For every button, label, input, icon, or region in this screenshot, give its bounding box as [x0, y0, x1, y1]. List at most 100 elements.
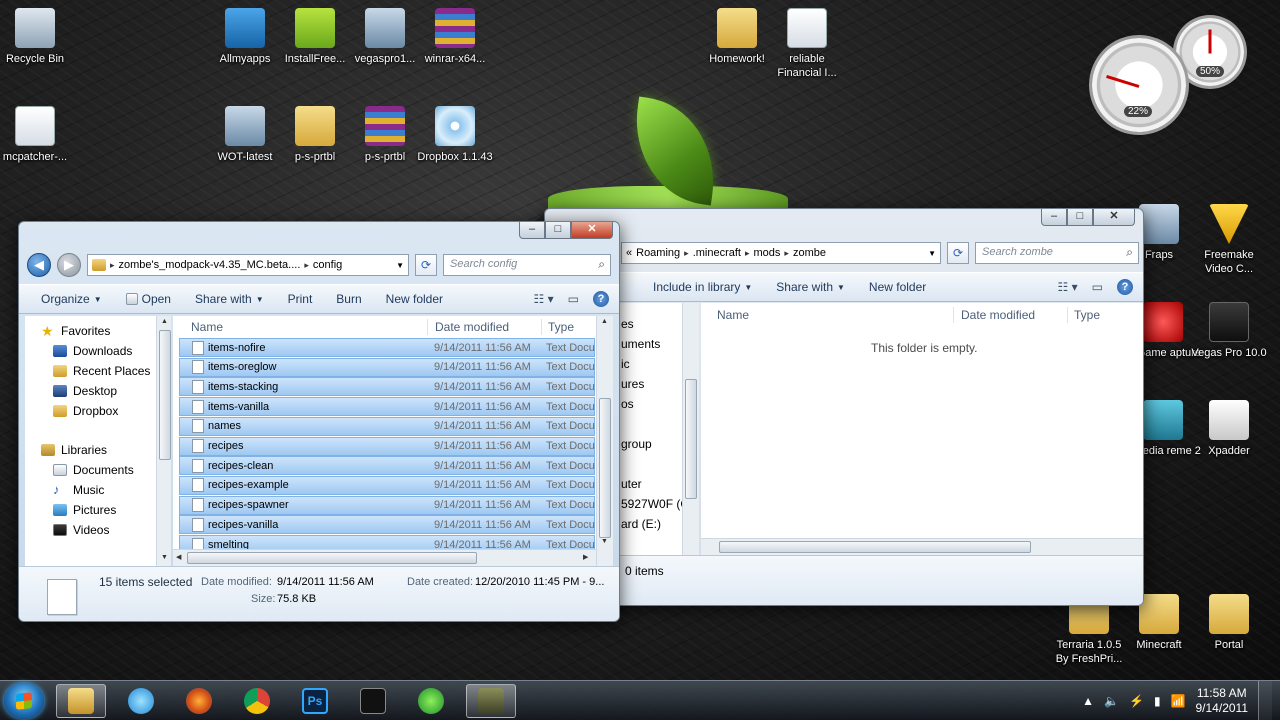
- file-row[interactable]: items-stacking 9/14/2011 11:56 AM Text Doc…: [179, 377, 595, 397]
- nav-item[interactable]: es: [621, 317, 634, 331]
- nav-libraries[interactable]: Libraries: [41, 443, 107, 457]
- search-input[interactable]: Search zombe ⌕: [975, 242, 1139, 264]
- column-type[interactable]: Type: [1074, 308, 1100, 322]
- chevron-down-icon[interactable]: ▼: [928, 249, 936, 258]
- taskbar-explorer[interactable]: [56, 684, 106, 718]
- scroll-down-icon[interactable]: ▼: [601, 538, 608, 545]
- scroll-up-icon[interactable]: ▲: [161, 318, 168, 325]
- scroll-right-icon[interactable]: ▶: [583, 553, 588, 561]
- file-list-pane[interactable]: Name ^ Date modified Type items-nofire 9/…: [173, 316, 613, 566]
- help-icon[interactable]: ?: [593, 291, 609, 307]
- minimize-button[interactable]: –: [1041, 209, 1067, 226]
- column-date-modified[interactable]: Date modified: [961, 308, 1035, 322]
- file-row[interactable]: recipes 9/14/2011 11:56 AM Text Docu: [179, 436, 595, 456]
- column-type[interactable]: Type: [548, 320, 574, 334]
- nav-desktop[interactable]: Desktop: [53, 384, 117, 398]
- views-icon[interactable]: ☷ ▾: [1058, 280, 1078, 294]
- start-button[interactable]: [4, 683, 44, 719]
- organize-button[interactable]: Organize ▼: [29, 292, 114, 306]
- scrollbar-thumb[interactable]: [599, 398, 611, 538]
- nav-item[interactable]: ard (E:): [621, 517, 661, 531]
- desktop-icon-reliable-financial[interactable]: reliable Financial I...: [768, 8, 846, 80]
- scrollbar-thumb[interactable]: [685, 379, 697, 499]
- desktop-icon-xpadder[interactable]: Xpadder: [1190, 400, 1268, 458]
- nav-pictures[interactable]: Pictures: [53, 503, 116, 517]
- volume-icon[interactable]: 🔈: [1104, 694, 1119, 708]
- file-row[interactable]: items-oreglow 9/14/2011 11:56 AM Text Docu: [179, 357, 595, 377]
- desktop-icon-vegas-pro[interactable]: Vegas Pro 10.0: [1190, 302, 1268, 360]
- help-icon[interactable]: ?: [1117, 279, 1133, 295]
- nav-item[interactable]: os: [621, 397, 634, 411]
- nav-documents[interactable]: Documents: [53, 463, 134, 477]
- forward-button[interactable]: ▶: [57, 253, 81, 277]
- scrollbar-thumb[interactable]: [187, 552, 477, 564]
- desktop-icon-recycle-bin[interactable]: Recycle Bin: [0, 8, 74, 66]
- breadcrumb-separator-icon[interactable]: ▸: [304, 260, 309, 271]
- desktop-icon-installfree[interactable]: InstallFree...: [276, 8, 354, 66]
- file-row[interactable]: items-nofire 9/14/2011 11:56 AM Text Docu: [179, 338, 595, 357]
- scrollbar-thumb[interactable]: [719, 541, 1031, 553]
- preview-pane-icon[interactable]: ▭: [1092, 280, 1103, 294]
- nav-videos[interactable]: Videos: [53, 523, 109, 537]
- clock[interactable]: 11:58 AM 9/14/2011: [1196, 686, 1249, 716]
- file-row[interactable]: items-vanilla 9/14/2011 11:56 AM Text Docu: [179, 397, 595, 417]
- taskbar-chrome[interactable]: [232, 684, 282, 718]
- file-row[interactable]: recipes-spawner 9/14/2011 11:56 AM Text Do…: [179, 495, 595, 515]
- breadcrumb-zombe[interactable]: zombe: [793, 247, 826, 259]
- print-button[interactable]: Print: [276, 292, 325, 306]
- breadcrumb-minecraft[interactable]: .minecraft: [693, 247, 741, 259]
- desktop-icon-vegaspro[interactable]: vegaspro1...: [346, 8, 424, 66]
- new-folder-button[interactable]: New folder: [857, 280, 938, 294]
- nav-music[interactable]: ♪ Music: [53, 483, 104, 497]
- file-row[interactable]: recipes-example 9/14/2011 11:56 AM Text Do…: [179, 475, 595, 495]
- breadcrumb-separator-icon[interactable]: ▸: [784, 248, 789, 259]
- maximize-button[interactable]: □: [1067, 209, 1093, 226]
- nav-item[interactable]: uter: [621, 477, 642, 491]
- refresh-button[interactable]: ⟳: [415, 254, 437, 276]
- desktop-icon-portal[interactable]: Portal: [1190, 594, 1268, 652]
- nav-item[interactable]: ic: [621, 357, 630, 371]
- nav-item[interactable]: ures: [621, 377, 644, 391]
- nav-dropbox[interactable]: Dropbox: [53, 404, 118, 418]
- file-list-pane[interactable]: Name Date modified Type This folder is e…: [701, 303, 1143, 555]
- new-folder-button[interactable]: New folder: [374, 292, 455, 306]
- power-icon[interactable]: ⚡: [1129, 694, 1144, 708]
- show-hidden-icons-icon[interactable]: ▲: [1082, 694, 1094, 708]
- nav-scrollbar[interactable]: ▲ ▼: [156, 316, 171, 566]
- explorer-window-config[interactable]: – □ ✕ ◀ ▶ ▸ zombe's_modpack-v4.35_MC.bet…: [18, 221, 620, 622]
- desktop-icon-mcpatcher[interactable]: mcpatcher-...: [0, 106, 74, 164]
- taskbar-internet-explorer[interactable]: [116, 684, 166, 718]
- back-button[interactable]: ◀: [27, 253, 51, 277]
- file-row[interactable]: recipes-vanilla 9/14/2011 11:56 AM Text Do…: [179, 515, 595, 535]
- scroll-up-icon[interactable]: ▲: [601, 318, 608, 325]
- file-list-scrollbar[interactable]: ▲ ▼: [596, 316, 613, 566]
- refresh-button[interactable]: ⟳: [947, 242, 969, 264]
- include-in-library-button[interactable]: Include in library ▼: [641, 280, 764, 294]
- nav-recent-places[interactable]: Recent Places: [53, 364, 150, 378]
- desktop-icon-dropbox[interactable]: Dropbox 1.1.43: [416, 106, 494, 164]
- breadcrumb-zombes-modpack[interactable]: zombe's_modpack-v4.35_MC.beta....: [119, 259, 301, 271]
- show-desktop-button[interactable]: [1258, 681, 1272, 720]
- breadcrumb-separator-icon[interactable]: ▸: [745, 248, 750, 259]
- maximize-button[interactable]: □: [545, 222, 571, 239]
- desktop-icon-wot-latest[interactable]: WOT-latest: [206, 106, 284, 164]
- desktop-icon-winrar[interactable]: winrar-x64...: [416, 8, 494, 66]
- views-icon[interactable]: ☷ ▾: [534, 292, 554, 306]
- file-row[interactable]: recipes-clean 9/14/2011 11:56 AM Text Docu: [179, 456, 595, 476]
- signal-icon[interactable]: 📶: [1171, 694, 1186, 708]
- breadcrumb-separator-icon[interactable]: ▸: [110, 260, 115, 271]
- close-button[interactable]: ✕: [571, 222, 613, 239]
- scroll-left-icon[interactable]: ◀: [176, 553, 181, 561]
- breadcrumb-overflow[interactable]: «: [626, 247, 632, 259]
- nav-downloads[interactable]: Downloads: [53, 344, 132, 358]
- horizontal-scrollbar[interactable]: ◀ ▶: [173, 549, 596, 566]
- share-with-button[interactable]: Share with ▼: [764, 280, 857, 294]
- chevron-down-icon[interactable]: ▼: [396, 261, 404, 270]
- column-name[interactable]: Name: [717, 308, 749, 322]
- explorer-window-zombe[interactable]: – □ ✕ « Roaming ▸ .minecraft ▸ mods ▸ zombe…: [544, 208, 1144, 606]
- breadcrumb-mods[interactable]: mods: [754, 247, 781, 259]
- taskbar-console[interactable]: [348, 684, 398, 718]
- file-row[interactable]: names 9/14/2011 11:56 AM Text Docu: [179, 416, 595, 436]
- breadcrumb-separator-icon[interactable]: ▸: [684, 248, 689, 259]
- taskbar-spotify[interactable]: [406, 684, 456, 718]
